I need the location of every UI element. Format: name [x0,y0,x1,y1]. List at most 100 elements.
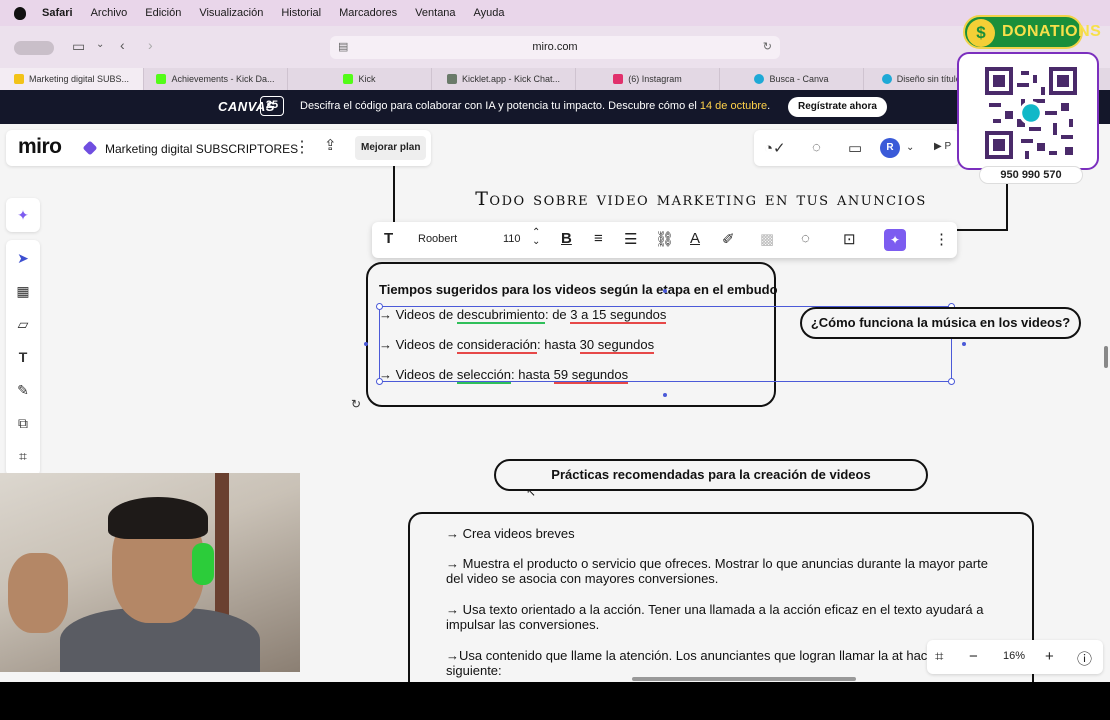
headset-icon [192,543,214,585]
canva-favicon-icon [881,74,892,84]
chevron-down-icon[interactable]: ⌄ [96,39,104,50]
menu-archivo[interactable]: Archivo [91,7,128,19]
align-icon[interactable]: ≡ [594,230,603,247]
reader-icon[interactable]: ▤ [338,36,348,59]
link-icon[interactable]: ⛓ [655,230,674,248]
sticky-note-icon[interactable]: ▱ [15,316,31,332]
comments-icon[interactable]: ◌ [812,139,821,156]
practices-title-card[interactable]: Prácticas recomendadas para la creación … [494,459,928,491]
banner-message: Descifra el código para colaborar con IA… [300,100,771,112]
resize-handle[interactable] [376,303,383,310]
connector-dot[interactable] [663,393,667,397]
collab-toolbar: ◔✓ ◌ ▭ R ⌄ ▶ P [754,130,959,166]
menu-marcadores[interactable]: Marcadores [339,7,397,19]
video-call-icon[interactable]: ▭ [848,139,862,157]
canvas-logo-number: 25 [260,96,284,116]
resize-handle[interactable] [376,378,383,385]
pen-icon[interactable]: ✎ [15,382,31,398]
more-options-icon[interactable]: ⋮ [294,137,310,157]
chevron-down-icon[interactable]: ⌄ [906,142,914,153]
music-question-card[interactable]: ¿Cómo funciona la música en los videos? [800,307,1081,339]
lock-icon[interactable]: ⊡ [843,230,856,248]
bold-icon[interactable]: B [561,230,572,247]
menu-edicion[interactable]: Edición [145,7,181,19]
reactions-icon[interactable]: ◔✓ [764,139,786,157]
help-icon[interactable]: ⓘ [1077,648,1092,669]
tab-instagram[interactable]: (6) Instagram [576,68,720,90]
avatar[interactable]: R [880,138,900,158]
present-button[interactable]: ▶ P [934,141,951,152]
menu-historial[interactable]: Historial [281,7,321,19]
register-button[interactable]: Regístrate ahora [788,97,887,117]
board-header: miro Marketing digital SUBSCRIPTORES ⋮ ⇪… [6,130,431,166]
vertical-scrollbar[interactable] [1104,346,1108,368]
mouse-cursor-icon: ↖ [526,485,537,499]
menu-app-safari[interactable]: Safari [42,7,73,19]
address-bar[interactable]: ▤ miro.com ↻ [330,36,780,59]
qr-card [957,52,1099,170]
font-selector[interactable]: Roobert [418,233,457,245]
apple-icon[interactable] [14,6,26,20]
sidebar-toggle-icon[interactable]: ▭ [72,38,85,55]
fit-screen-icon[interactable]: ⌗ [935,648,943,665]
upgrade-button[interactable]: Mejorar plan [355,136,427,160]
text-format-toolbar: T Roobert 110 ⌃ ⌄ B ≡ ☰ ⛓ A ✐ ▩ ◌ ⊡ ✦ ⋮ [372,222,957,258]
tab-achievements[interactable]: Achievements - Kick Da... [144,68,288,90]
more-icon[interactable]: ⋮ [934,230,949,248]
board-name[interactable]: Marketing digital SUBSCRIPTORES [105,142,298,156]
zoom-level[interactable]: 16% [1003,650,1025,662]
reload-icon[interactable]: ↻ [763,36,772,59]
font-size-input[interactable]: 110 [503,233,521,245]
zoom-out-icon[interactable]: − [969,648,978,665]
connector-dot[interactable] [663,289,667,293]
macos-menubar: Safari Archivo Edición Visualización His… [0,0,1110,26]
back-icon[interactable]: ‹ [120,37,125,53]
zoom-in-icon[interactable]: + [1045,648,1054,665]
comment-icon[interactable]: ◌ [801,230,810,247]
practice-item: →Usa contenido que llame la atención. Lo… [446,648,953,678]
miro-logo[interactable]: miro [18,135,62,159]
kick-favicon-icon [156,74,167,84]
text-color-icon[interactable]: A [690,230,700,247]
url-text: miro.com [532,41,578,53]
canva-favicon-icon [754,74,765,84]
tab-marketing[interactable]: Marketing digital SUBS... [0,68,144,90]
frame-icon[interactable]: ⌗ [15,448,31,464]
timing-heading: Tiempos sugeridos para los videos según … [379,282,778,297]
menu-visualizacion[interactable]: Visualización [199,7,263,19]
connector-dot[interactable] [962,342,966,346]
export-icon[interactable]: ⇪ [324,136,337,154]
qr-code [985,67,1077,159]
horizontal-scrollbar[interactable] [632,677,856,681]
text-tool-icon[interactable]: T [15,349,31,365]
ai-tool-panel: ✦ [6,198,40,232]
menu-ventana[interactable]: Ventana [415,7,455,19]
highlight-icon[interactable]: ✐ [722,230,735,248]
size-stepper-icon[interactable]: ⌃ ⌄ [532,228,540,247]
ai-sparkle-icon[interactable]: ✦ [15,207,31,223]
board-title[interactable]: Todo sobre video marketing en tus anunci… [395,188,1007,210]
resize-handle[interactable] [948,378,955,385]
rotate-icon[interactable]: ↻ [351,397,361,411]
left-toolbar: ➤ ▦ ▱ T ✎ ⧉ ⌗ [6,240,40,476]
dollar-coin-icon: $ [967,19,995,47]
tab-kicklet[interactable]: Kicklet.app - Kick Chat... [432,68,576,90]
background-color-icon[interactable]: ▩ [760,230,774,248]
list-icon[interactable]: ☰ [624,230,637,248]
menu-ayuda[interactable]: Ayuda [474,7,505,19]
tab-canva-search[interactable]: Busca - Canva [720,68,864,90]
webcam-person [108,497,208,539]
select-tool-icon[interactable]: ➤ [15,250,31,266]
shapes-icon[interactable]: ⧉ [15,415,31,431]
window-controls[interactable] [14,41,54,55]
connector-dot[interactable] [364,342,368,346]
forward-icon[interactable]: › [148,37,153,53]
tab-bar: Marketing digital SUBS... Achievements -… [0,68,1110,90]
tab-kick[interactable]: Kick [288,68,432,90]
screen-bottom [0,682,1110,720]
templates-icon[interactable]: ▦ [15,283,31,299]
promo-banner: CANVAS 25 Descifra el código para colabo… [0,90,1110,124]
text-type-icon[interactable]: T [384,230,393,247]
banner-date: 14 de octubre [699,100,768,112]
ai-assist-icon[interactable]: ✦ [884,229,906,251]
